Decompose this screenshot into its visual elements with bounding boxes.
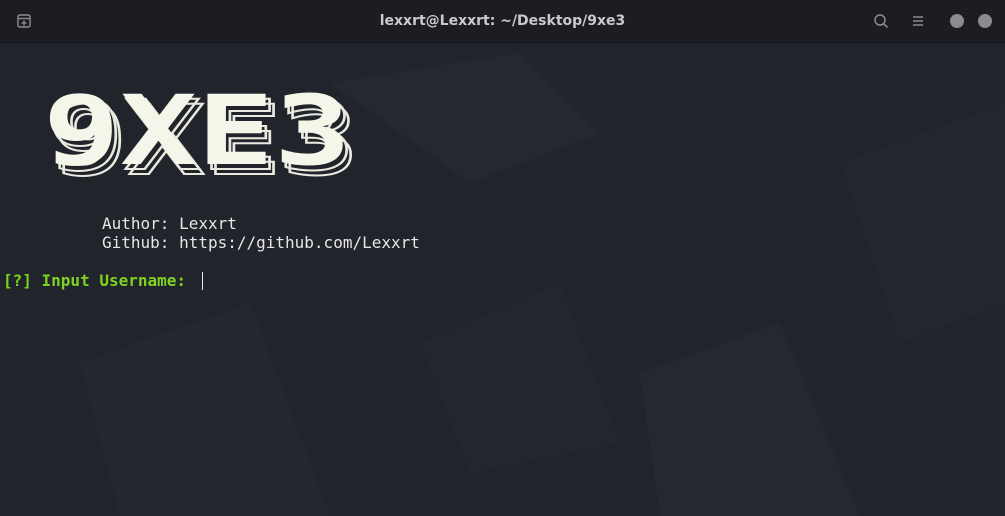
ascii-banner: 9XE3 9XE3 9XE3 xyxy=(43,79,360,187)
hamburger-menu-icon[interactable] xyxy=(908,11,928,31)
terminal-window: lexxrt@Lexxrt: ~/Desktop/9xe3 9XE3 9XE3 … xyxy=(0,0,1005,516)
minimize-icon[interactable] xyxy=(950,14,964,28)
text-cursor xyxy=(202,272,203,290)
banner-text: 9XE3 xyxy=(43,79,351,187)
close-icon[interactable] xyxy=(978,14,992,28)
github-line: Github: https://github.com/Lexxrt xyxy=(102,233,420,252)
username-prompt: [?] Input Username: xyxy=(3,271,196,290)
search-icon[interactable] xyxy=(871,11,891,31)
author-line: Author: Lexxrt xyxy=(102,214,237,233)
window-title: lexxrt@Lexxrt: ~/Desktop/9xe3 xyxy=(379,13,626,29)
terminal-output[interactable]: 9XE3 9XE3 9XE3 Author: Lexxrt Github: ht… xyxy=(0,43,1005,516)
title-bar: lexxrt@Lexxrt: ~/Desktop/9xe3 xyxy=(0,0,1005,43)
